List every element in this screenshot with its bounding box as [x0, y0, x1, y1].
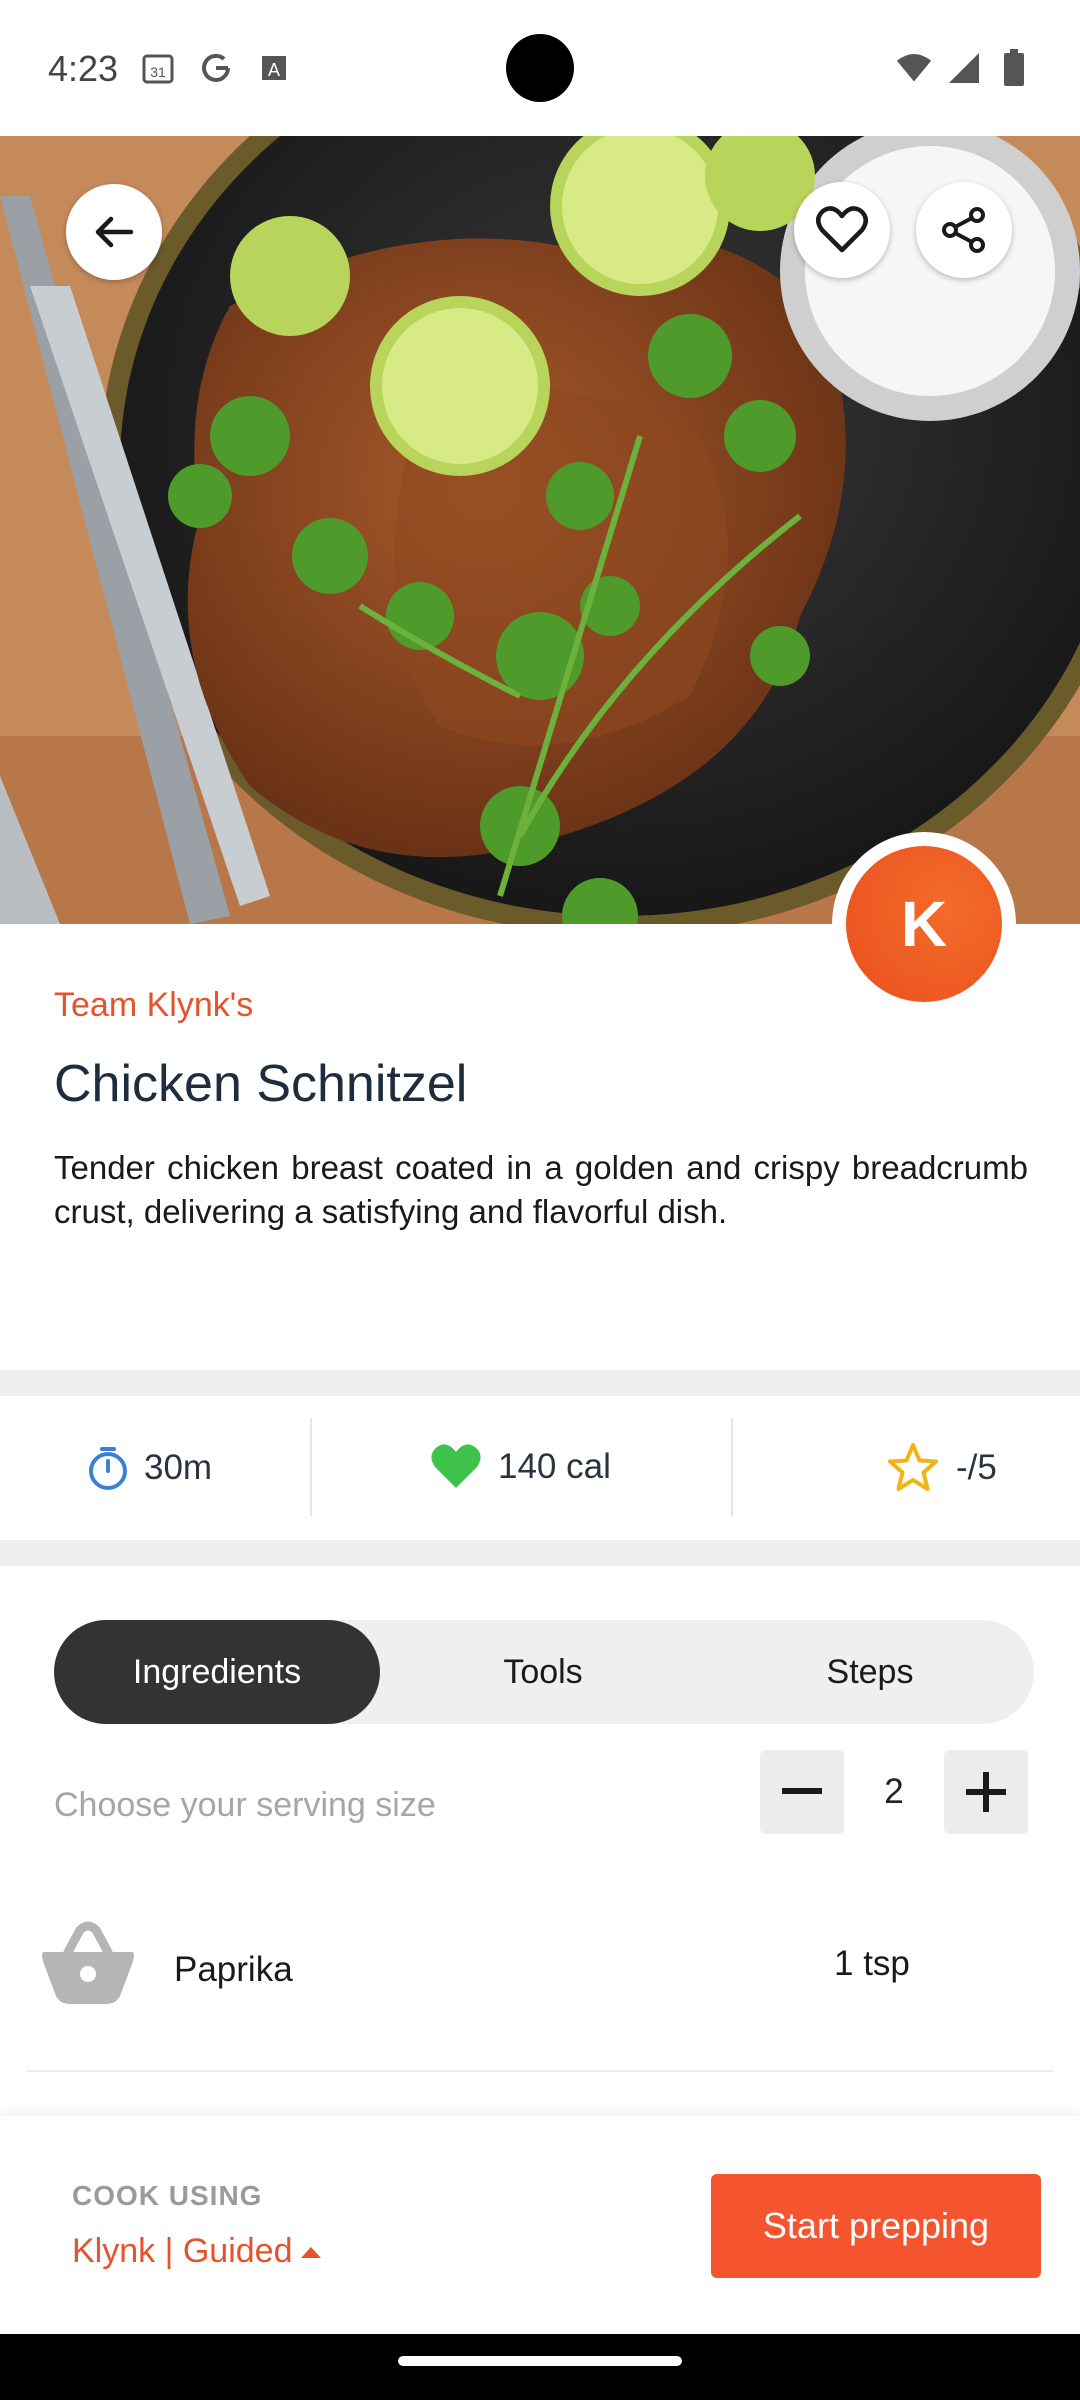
increase-serving-button[interactable]: [944, 1750, 1028, 1834]
section-divider: [0, 1540, 1080, 1566]
stat-calories: 140 cal: [428, 1442, 611, 1492]
stat-time: 30m: [84, 1444, 212, 1492]
caret-up-icon: [300, 2246, 321, 2258]
avatar-letter: K: [846, 846, 1002, 1002]
stat-separator: [731, 1418, 733, 1516]
ingredient-row[interactable]: Paprika 1 tsp: [26, 1900, 1054, 2072]
start-prepping-button[interactable]: Start prepping: [711, 2174, 1041, 2278]
recipe-tabs: Ingredients Tools Steps: [54, 1620, 1034, 1724]
svg-text:A: A: [268, 60, 280, 80]
cook-mode-selector[interactable]: Klynk | Guided: [72, 2232, 323, 2271]
back-button[interactable]: [66, 184, 162, 280]
wifi-icon: [896, 50, 932, 86]
battery-icon: [996, 49, 1032, 86]
ingredient-quantity: 1 tsp: [834, 1944, 910, 1983]
minus-icon: [782, 1788, 822, 1794]
status-icons-right: [896, 49, 1032, 86]
serving-size-label: Choose your serving size: [54, 1786, 436, 1824]
stat-calories-value: 140 cal: [498, 1447, 611, 1486]
author-name[interactable]: Team Klynk's: [54, 986, 253, 1025]
heart-filled-icon: [431, 1444, 481, 1488]
plus-icon: [966, 1772, 1006, 1812]
svg-text:31: 31: [150, 64, 166, 80]
status-bar: 4:23 31 A: [0, 0, 1080, 136]
recipe-hero-image: [0, 136, 1080, 924]
arrow-back-icon: [95, 216, 134, 248]
share-button[interactable]: [916, 182, 1012, 278]
stat-rating-value: -/5: [956, 1448, 997, 1487]
timer-icon: [89, 1447, 127, 1490]
star-outline-icon: [888, 1443, 938, 1491]
recipe-title: Chicken Schnitzel: [54, 1055, 468, 1113]
cook-mode-label: Klynk | Guided: [72, 2232, 293, 2270]
stat-time-value: 30m: [144, 1448, 213, 1487]
decrease-serving-button[interactable]: [760, 1750, 844, 1834]
serving-size-value: 2: [884, 1772, 904, 1811]
author-avatar[interactable]: K: [832, 832, 1016, 1016]
status-time: 4:23: [48, 48, 119, 89]
tab-tools[interactable]: Tools: [380, 1620, 706, 1724]
basket-icon: [42, 1921, 134, 2004]
share-icon: [942, 207, 985, 253]
system-nav-bar: [0, 2334, 1080, 2400]
heart-outline-icon: [816, 206, 868, 253]
calendar-icon: 31: [140, 50, 176, 86]
signal-icon: [946, 50, 982, 86]
ingredient-name: Paprika: [174, 1950, 293, 1989]
recipe-description: Tender chicken breast coated in a golden…: [54, 1149, 1028, 1230]
favorite-button[interactable]: [794, 182, 890, 278]
home-gesture-handle[interactable]: [398, 2356, 682, 2366]
section-divider: [0, 1370, 1080, 1396]
stat-separator: [310, 1418, 312, 1516]
tab-ingredients[interactable]: Ingredients: [54, 1620, 380, 1724]
font-icon: A: [256, 50, 292, 86]
tab-steps[interactable]: Steps: [706, 1620, 1034, 1724]
google-icon: [198, 50, 234, 86]
recipe-stats: 30m 140 cal -/5: [0, 1396, 1080, 1540]
camera-cutout: [506, 34, 574, 102]
stat-rating[interactable]: -/5: [886, 1442, 997, 1494]
status-icons-left: 31 A: [140, 50, 292, 86]
cook-using-label: COOK USING: [72, 2180, 263, 2211]
